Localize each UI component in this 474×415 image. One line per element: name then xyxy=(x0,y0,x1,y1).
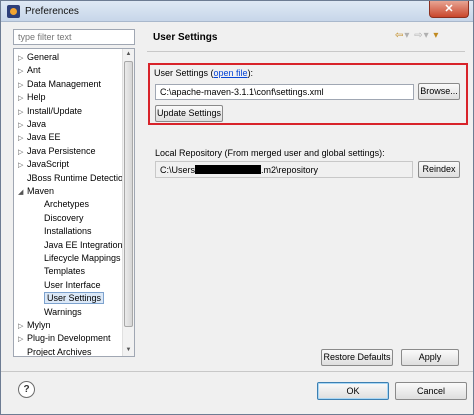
expander-icon[interactable]: ▷ xyxy=(18,92,27,105)
tree-scrollbar[interactable]: ▲ ▼ xyxy=(122,49,134,356)
tree-item-label: User Settings xyxy=(44,292,105,305)
tree-item[interactable]: ▷ Java EE xyxy=(18,131,61,144)
expander-icon[interactable]: ▷ xyxy=(18,119,27,132)
tree-item[interactable]: Installations xyxy=(44,225,92,238)
tree-item-label: Lifecycle Mappings xyxy=(44,253,121,263)
title-bar[interactable]: Preferences ✕ xyxy=(1,1,473,22)
tree-item[interactable]: ▷ Help xyxy=(18,91,46,104)
tree-item[interactable]: ▷ Java xyxy=(18,118,46,131)
tree-item[interactable]: ◢ Maven xyxy=(18,185,54,198)
tree-item-label: Data Management xyxy=(27,78,102,89)
tree-item[interactable]: ▷ Plug-in Development xyxy=(18,332,111,345)
tree-item[interactable]: ▷ Java Persistence xyxy=(18,145,96,158)
tree-item-label: Java EE Integration xyxy=(44,239,123,250)
forward-arrow-icon[interactable]: ⇨ xyxy=(414,30,423,41)
page-navigation: ⇦▾ ⇨▾ ▾ xyxy=(395,30,439,41)
tree-item[interactable]: ▷ Install/Update xyxy=(18,105,82,118)
local-path-prefix: C:\Users xyxy=(160,165,196,175)
expander-icon[interactable]: ▷ xyxy=(18,146,27,159)
local-repository-path: C:\Users .m2\repository xyxy=(155,161,413,178)
expander-icon[interactable]: ▷ xyxy=(18,159,27,172)
scroll-down-icon[interactable]: ▼ xyxy=(124,346,133,355)
preferences-window: Preferences ✕ ▷General▷Ant▷Data Manageme… xyxy=(0,0,474,415)
tree-item-label: Java Persistence xyxy=(27,145,96,156)
tree-item[interactable]: ▷ Ant xyxy=(18,64,41,77)
local-repository-label: Local Repository (From merged user and g… xyxy=(155,148,385,158)
tree-item-label: Templates xyxy=(44,266,86,277)
view-menu-icon[interactable]: ▾ xyxy=(433,30,439,41)
back-menu-icon[interactable]: ▾ xyxy=(404,30,410,41)
tree-item[interactable]: User Settings xyxy=(44,292,105,305)
local-path-suffix: .m2\repository xyxy=(261,165,319,175)
page-title: User Settings xyxy=(153,32,218,43)
browse-button[interactable]: Browse... xyxy=(418,83,460,100)
user-settings-text: User Settings xyxy=(154,68,209,78)
reindex-button[interactable]: Reindex xyxy=(418,161,460,178)
tree-item[interactable]: ▷ General xyxy=(18,51,59,64)
tree-item-label: Java xyxy=(27,119,47,129)
expander-icon[interactable]: ▷ xyxy=(18,132,27,145)
update-settings-button[interactable]: Update Settings xyxy=(155,105,223,122)
filter-input[interactable] xyxy=(13,29,135,45)
tree-item-label: Help xyxy=(27,92,46,103)
expander-icon[interactable]: ▷ xyxy=(18,320,27,333)
expander-icon[interactable]: ▷ xyxy=(18,106,27,119)
tree-item[interactable]: Discovery xyxy=(44,212,84,225)
tree-item[interactable]: Templates xyxy=(44,265,85,278)
window-title: Preferences xyxy=(25,6,79,17)
tree-item[interactable]: Archetypes xyxy=(44,198,89,211)
tree-item[interactable]: Project Archives xyxy=(18,346,92,357)
cancel-button[interactable]: Cancel xyxy=(395,382,467,400)
redacted-username xyxy=(195,165,262,174)
preference-tree[interactable]: ▷ General ▷ Ant ▷ Data Management ▷ Help ▷ Instal… xyxy=(13,48,135,357)
tree-item-label: Install/Update xyxy=(27,105,83,116)
footer-separator xyxy=(1,371,473,372)
scroll-up-icon[interactable]: ▲ xyxy=(124,50,133,59)
tree-item[interactable]: ▷ Mylyn xyxy=(18,319,51,332)
tree-item-label: Java EE xyxy=(27,132,61,143)
paren-close: ): xyxy=(247,68,254,78)
apply-button[interactable]: Apply xyxy=(401,349,459,366)
close-button[interactable]: ✕ xyxy=(429,1,469,18)
tree-item-label: Discovery xyxy=(44,212,84,223)
tree-item-label: Installations xyxy=(44,226,92,237)
header-separator xyxy=(147,51,465,52)
scrollbar-thumb[interactable] xyxy=(124,61,133,327)
user-settings-label: User Settings (open file): xyxy=(154,68,253,78)
back-arrow-icon[interactable]: ⇦ xyxy=(395,30,404,41)
tree-item-label: Archetypes xyxy=(44,199,90,210)
tree-item[interactable]: ▷ Data Management xyxy=(18,78,101,91)
restore-defaults-button[interactable]: Restore Defaults xyxy=(321,349,393,366)
expander-icon[interactable]: ▷ xyxy=(18,333,27,346)
ok-button[interactable]: OK xyxy=(317,382,389,400)
tree-item-label: Maven xyxy=(27,186,55,196)
help-icon[interactable]: ? xyxy=(18,381,35,398)
tree-item-label: JBoss Runtime Detection xyxy=(27,172,129,183)
tree-item-label: Mylyn xyxy=(27,320,51,330)
tree-item-label: Plug-in Development xyxy=(27,333,111,344)
tree-item-label: Ant xyxy=(27,65,41,76)
tree-item-label: General xyxy=(27,52,60,62)
forward-menu-icon[interactable]: ▾ xyxy=(424,30,430,41)
user-settings-path-field[interactable]: C:\apache-maven-3.1.1\conf\settings.xml xyxy=(155,84,414,100)
expander-icon[interactable]: ▷ xyxy=(18,52,27,65)
eclipse-icon xyxy=(7,5,20,18)
expander-icon[interactable]: ▷ xyxy=(18,65,27,78)
expander-icon[interactable]: ▷ xyxy=(18,79,27,92)
tree-item[interactable]: Warnings xyxy=(44,306,82,319)
open-file-link[interactable]: open file xyxy=(214,68,248,78)
tree-item-label: Warnings xyxy=(44,306,82,317)
tree-item-label: User Interface xyxy=(44,279,101,290)
expander-icon[interactable]: ◢ xyxy=(18,186,27,199)
tree-item-label: Project Archives xyxy=(27,346,92,357)
tree-item[interactable]: JBoss Runtime Detection xyxy=(18,172,128,185)
tree-item[interactable]: ▷ JavaScript xyxy=(18,158,69,171)
tree-item[interactable]: Lifecycle Mappings xyxy=(44,252,121,265)
tree-item[interactable]: User Interface xyxy=(44,279,101,292)
tree-item-label: JavaScript xyxy=(27,159,70,170)
tree-item[interactable]: Java EE Integration xyxy=(44,239,123,252)
